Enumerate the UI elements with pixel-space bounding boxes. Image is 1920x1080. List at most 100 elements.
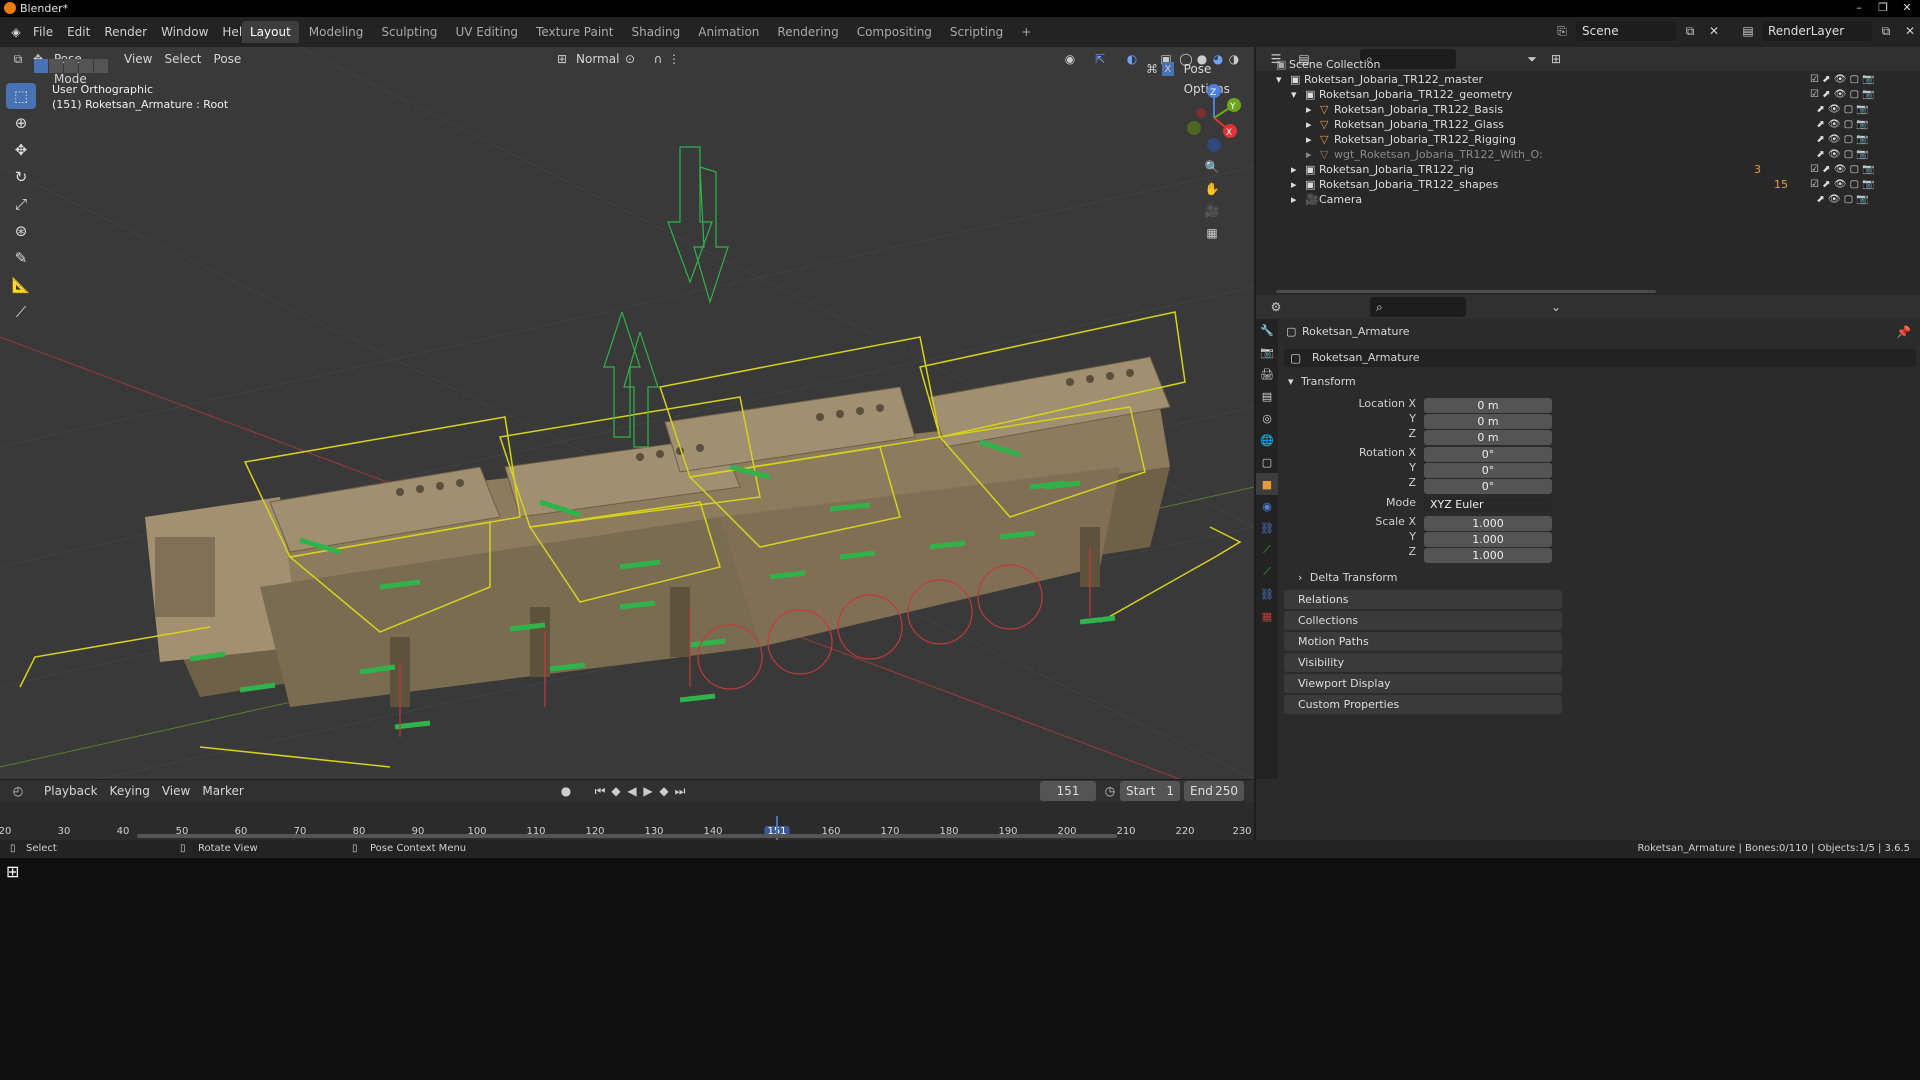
row-toggles[interactable]: ☑ ⬈ 👁 ▢ 📷 (1810, 177, 1875, 192)
outliner-row[interactable]: ▸ ▽ wgt_Roketsan_Jobaria_TR122_With_O: ⬈… (1256, 147, 1920, 162)
tab-modeling[interactable]: Modeling (301, 21, 372, 43)
end-frame-field[interactable]: End 250 (1184, 781, 1244, 801)
snap-target-icon[interactable]: ⋮ (664, 49, 684, 69)
tab-uv-editing[interactable]: UV Editing (447, 21, 526, 43)
bone-tool-icon[interactable]: ⟋ (6, 299, 36, 325)
windows-start-icon[interactable]: ⊞ (6, 862, 19, 881)
zoom-icon[interactable]: 🔍 (1202, 157, 1222, 177)
timeline-ruler[interactable]: 20 30 40 50 60 70 80 90 100 110 120 130 … (0, 802, 1254, 840)
menu-select[interactable]: Select (158, 49, 207, 69)
3d-viewport[interactable]: ⧉ ✥ Pose Mode View Select Pose ⊞ Normal … (0, 47, 1254, 779)
rotation-z-field[interactable]: 0° (1424, 479, 1552, 494)
timeline-scrollbar[interactable] (137, 834, 1117, 838)
scale-tool-icon[interactable]: ⤢ (6, 191, 36, 217)
row-toggles[interactable]: ⬈ 👁 ▢ 📷 (1810, 102, 1869, 117)
menu-marker[interactable]: Marker (196, 781, 249, 801)
tool-tab-icon[interactable]: 🔧 (1256, 319, 1278, 341)
menu-keying[interactable]: Keying (104, 781, 156, 801)
scene-selector[interactable]: Scene (1576, 21, 1676, 41)
output-tab-icon[interactable]: 🖨 (1256, 363, 1278, 385)
gizmo-toggle-icon[interactable]: ⇱ (1090, 49, 1110, 69)
constraints-tab-icon[interactable]: ⛓ (1256, 517, 1278, 539)
menu-edit[interactable]: Edit (60, 21, 97, 43)
select-subtract-icon[interactable] (64, 59, 78, 73)
overlay-toggle-icon[interactable]: ◐ (1122, 49, 1142, 69)
row-toggles[interactable]: ⬈ 👁 ▢ 📷 (1810, 192, 1869, 207)
rotation-x-field[interactable]: 0° (1424, 447, 1552, 462)
object-data-field[interactable]: ▢ Roketsan_Armature (1284, 349, 1916, 367)
view-layer-icon[interactable]: ▤ (1738, 21, 1758, 41)
outliner-row[interactable]: ▸ ▽ Roketsan_Jobaria_TR122_Rigging ⬈ 👁 ▢… (1256, 132, 1920, 147)
select-intersect-icon[interactable] (94, 59, 108, 73)
row-toggles[interactable]: ☑ ⬈ 👁 ▢ 📷 (1810, 72, 1875, 87)
select-invert-icon[interactable] (79, 59, 93, 73)
menu-view[interactable]: View (118, 49, 158, 69)
tab-rendering[interactable]: Rendering (769, 21, 846, 43)
expand-arrow-icon[interactable]: ▾ (1276, 72, 1282, 87)
tab-sculpting[interactable]: Sculpting (373, 21, 445, 43)
record-icon[interactable]: ● (556, 781, 576, 801)
object-name[interactable]: Roketsan_Armature (1302, 323, 1410, 341)
scale-z-field[interactable]: 1.000 (1424, 548, 1552, 563)
outliner-scrollbar[interactable] (1276, 290, 1656, 293)
camera-view-icon[interactable]: 🎥 (1202, 201, 1222, 221)
scale-y-field[interactable]: 1.000 (1424, 532, 1552, 547)
properties-options-icon[interactable]: ⌄ (1546, 297, 1566, 317)
collection-tab-icon[interactable]: ▢ (1256, 451, 1278, 473)
timeline-editor-icon[interactable]: ◴ (8, 781, 28, 801)
object-tab-icon[interactable]: ■ (1256, 473, 1278, 495)
select-box-tool-icon[interactable]: ⬚ (6, 83, 36, 109)
custom-properties-panel[interactable]: Custom Properties (1284, 695, 1562, 714)
armature-tab-icon[interactable]: ⟋ (1256, 539, 1278, 561)
tab-animation[interactable]: Animation (690, 21, 767, 43)
bone-tab-icon[interactable]: ⟋ (1256, 561, 1278, 583)
editor-type-icon[interactable]: ⧉ (8, 49, 28, 69)
texture-tab-icon[interactable]: ▦ (1256, 605, 1278, 627)
pose-options-dropdown[interactable]: Pose Options (1178, 59, 1254, 96)
render-tab-icon[interactable]: 📷 (1256, 341, 1278, 363)
new-scene-icon[interactable]: ⧉ (1680, 21, 1700, 41)
expand-arrow-icon[interactable]: ▾ (1291, 87, 1297, 102)
menu-playback[interactable]: Playback (38, 781, 104, 801)
row-toggles[interactable]: ⬈ 👁 ▢ 📷 (1810, 117, 1869, 132)
outliner-row[interactable]: ▸ ▽ Roketsan_Jobaria_TR122_Glass ⬈ 👁 ▢ 📷 (1256, 117, 1920, 132)
modifiers-tab-icon[interactable]: ◉ (1256, 495, 1278, 517)
viewport-display-panel[interactable]: Viewport Display (1284, 674, 1562, 693)
expand-arrow-icon[interactable]: ▸ (1306, 132, 1312, 147)
orientation-selector[interactable]: Normal (570, 49, 625, 69)
world-tab-icon[interactable]: 🌐 (1256, 429, 1278, 451)
preview-range-icon[interactable]: ◷ (1100, 781, 1120, 801)
delta-transform-subpanel[interactable]: › Delta Transform (1298, 571, 1397, 584)
tab-scripting[interactable]: Scripting (942, 21, 1011, 43)
ortho-toggle-icon[interactable]: ▦ (1202, 223, 1222, 243)
outliner-row[interactable]: ▸ ▣ Roketsan_Jobaria_TR122_rig 3 ☑ ⬈ 👁 ▢… (1256, 162, 1920, 177)
x-mirror-button[interactable]: X (1162, 62, 1174, 76)
expand-arrow-icon[interactable]: ▸ (1291, 162, 1297, 177)
properties-editor-icon[interactable]: ⚙ (1266, 297, 1286, 317)
location-z-field[interactable]: 0 m (1424, 430, 1552, 445)
collections-panel[interactable]: Collections (1284, 611, 1562, 630)
expand-arrow-icon[interactable]: ▸ (1291, 177, 1297, 192)
visibility-icon[interactable]: ◉ (1060, 49, 1080, 69)
motion-paths-panel[interactable]: Motion Paths (1284, 632, 1562, 651)
scene-icon[interactable]: ⎘ (1552, 21, 1572, 41)
view-layer-tab-icon[interactable]: ▤ (1256, 385, 1278, 407)
annotate-tool-icon[interactable]: ✎ (6, 245, 36, 271)
delete-view-layer-icon[interactable]: ✕ (1900, 21, 1920, 41)
select-extend-icon[interactable] (49, 59, 63, 73)
expand-arrow-icon[interactable]: ▸ (1306, 102, 1312, 117)
visibility-panel[interactable]: Visibility (1284, 653, 1562, 672)
expand-arrow-icon[interactable]: ▸ (1306, 147, 1312, 162)
row-toggles[interactable]: ⬈ 👁 ▢ 📷 (1810, 132, 1869, 147)
select-new-icon[interactable] (34, 59, 48, 73)
maximize-button[interactable]: ❐ (1876, 1, 1890, 14)
cursor-tool-icon[interactable]: ⊕ (6, 110, 36, 136)
new-view-layer-icon[interactable]: ⧉ (1876, 21, 1896, 41)
view-layer-selector[interactable]: RenderLayer (1762, 21, 1872, 41)
mirror-icon[interactable]: ⌘ (1146, 62, 1158, 76)
rotate-tool-icon[interactable]: ↻ (6, 164, 36, 190)
outliner-row[interactable]: ▸ ▣ Roketsan_Jobaria_TR122_shapes 15 ☑ ⬈… (1256, 177, 1920, 192)
location-y-field[interactable]: 0 m (1424, 414, 1552, 429)
relations-panel[interactable]: Relations (1284, 590, 1562, 609)
outliner-row[interactable]: ▾ ▣ Roketsan_Jobaria_TR122_geometry ☑ ⬈ … (1256, 87, 1920, 102)
